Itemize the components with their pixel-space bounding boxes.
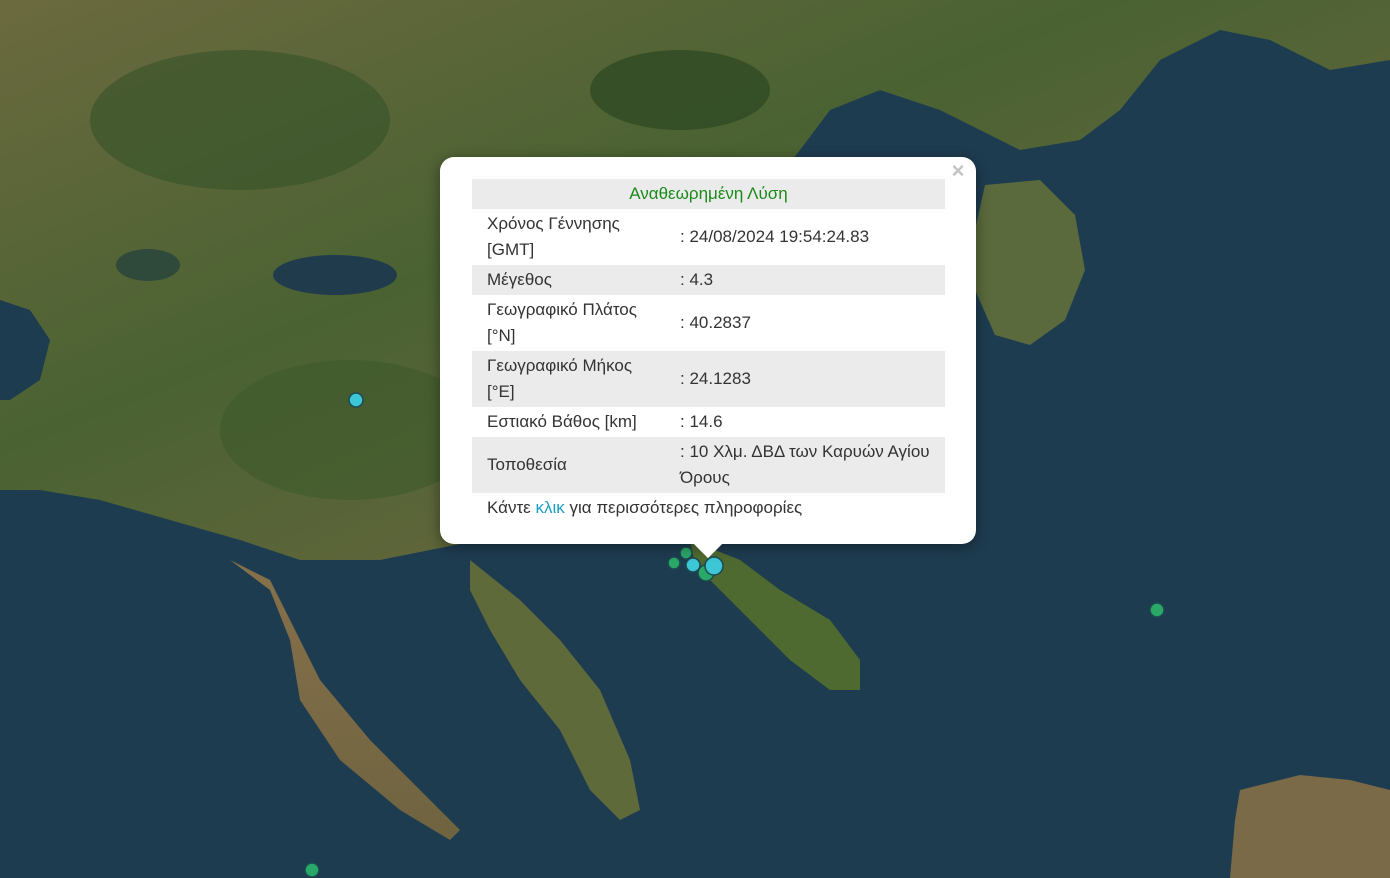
- earthquake-marker[interactable]: [685, 557, 701, 573]
- row-depth: Εστιακό Βάθος [km] : 14.6: [472, 407, 945, 437]
- earthquake-marker[interactable]: [679, 546, 693, 560]
- value-longitude: : 24.1283: [668, 351, 945, 407]
- row-latitude: Γεωγραφικό Πλάτος [°N] : 40.2837: [472, 295, 945, 351]
- more-prefix: Κάντε: [487, 498, 536, 517]
- value-origin-time: : 24/08/2024 19:54:24.83: [680, 227, 870, 246]
- row-more-info: Κάντε κλικ για περισσότερες πληροφορίες: [472, 493, 945, 523]
- row-location: Τοποθεσία : 10 Χλμ. ΔΒΔ των Καρυών Αγίου…: [472, 437, 945, 493]
- earthquake-marker[interactable]: [1149, 602, 1165, 618]
- row-longitude: Γεωγραφικό Μήκος [°E] : 24.1283: [472, 351, 945, 407]
- more-info-text: Κάντε κλικ για περισσότερες πληροφορίες: [472, 493, 945, 523]
- earthquake-marker[interactable]: [704, 556, 724, 576]
- island-lemnos: [1230, 775, 1390, 878]
- value-depth: : 14.6: [680, 412, 723, 431]
- lake-1: [116, 249, 180, 281]
- label-longitude: Γεωγραφικό Μήκος [°E]: [472, 351, 668, 407]
- earthquake-marker[interactable]: [304, 862, 320, 878]
- earthquake-marker[interactable]: [348, 392, 364, 408]
- value-location: : 10 Χλμ. ΔΒΔ των Καρυών Αγίου Όρους: [668, 437, 945, 493]
- value-latitude: : 40.2837: [680, 313, 751, 332]
- popup-header: Αναθεωρημένη Λύση: [472, 179, 945, 209]
- mountain-area: [590, 50, 770, 130]
- more-suffix: για περισσότερες πληροφορίες: [564, 498, 803, 517]
- label-depth: Εστιακό Βάθος [km]: [487, 412, 637, 431]
- row-magnitude: Μέγεθος : 4.3: [472, 265, 945, 295]
- forest-area: [90, 50, 390, 190]
- label-location: Τοποθεσία: [472, 437, 668, 493]
- label-magnitude: Μέγεθος: [472, 265, 668, 295]
- lake-2: [273, 255, 397, 295]
- earthquake-popup: × Αναθεωρημένη Λύση Χρόνος Γέννησης [GMT…: [440, 157, 976, 559]
- label-origin-time: Χρόνος Γέννησης [GMT]: [487, 214, 620, 259]
- earthquake-marker[interactable]: [667, 556, 681, 570]
- row-origin-time: Χρόνος Γέννησης [GMT] : 24/08/2024 19:54…: [472, 209, 945, 265]
- label-latitude: Γεωγραφικό Πλάτος [°N]: [487, 300, 637, 345]
- value-magnitude: : 4.3: [668, 265, 945, 295]
- more-info-link[interactable]: κλικ: [535, 498, 564, 517]
- close-icon[interactable]: ×: [948, 160, 968, 182]
- info-table: Αναθεωρημένη Λύση Χρόνος Γέννησης [GMT] …: [472, 179, 945, 523]
